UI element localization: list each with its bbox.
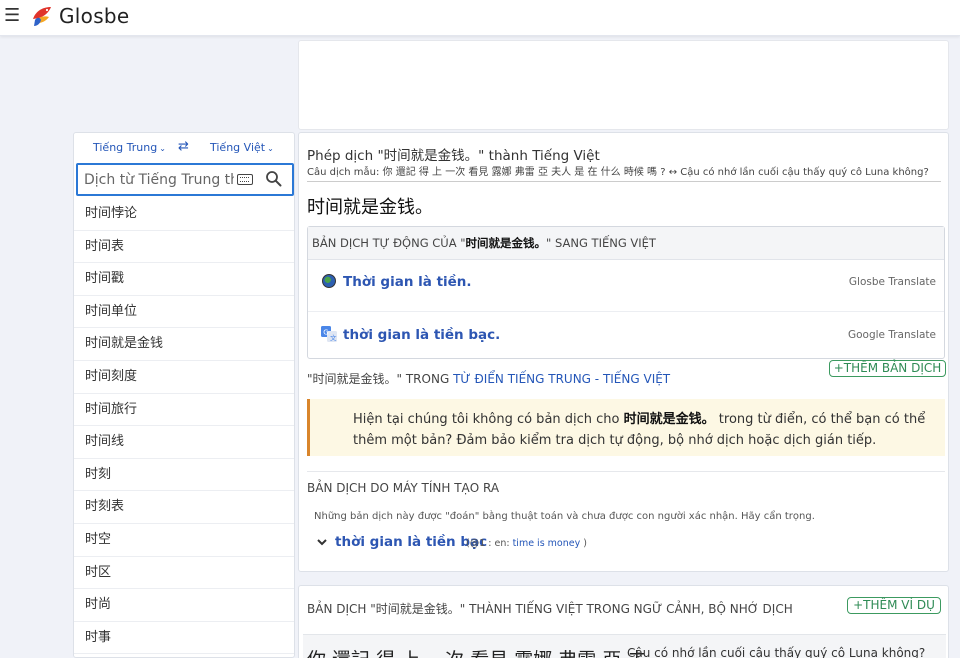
search-icon[interactable]: [265, 170, 283, 188]
keyboard-icon[interactable]: [237, 174, 253, 185]
chevron-down-icon[interactable]: [317, 537, 327, 547]
swap-arrows-icon[interactable]: ⇄: [178, 139, 189, 154]
language-selector: Tiếng Trung ⌄ ⇄ Tiếng Việt ⌄: [74, 133, 294, 161]
context-translations-card: BẢN DỊCH "时间就是金钱。" THÀNH TIẾNG VIỆT TRON…: [298, 585, 949, 658]
no-translation-notice: Hiện tại chúng tôi không có bản dịch cho…: [307, 399, 945, 456]
divider: [307, 181, 941, 182]
machine-translations-description: Những bản dịch này được "đoán" bằng thuậ…: [314, 511, 815, 522]
context-example-row: 你 還記 得 上 一次 看見 露娜 弗雷 亞 夫 Cậu có nhớ lần …: [303, 634, 946, 658]
automatic-translations-heading: BẢN DỊCH TỰ ĐỘNG CỦA "时间就是金钱。" SANG TIẾN…: [308, 227, 944, 260]
translation-engine: Glosbe Translate: [848, 276, 936, 288]
search-box: [76, 163, 294, 196]
auto-translation-row: G 文 thời gian là tiền bạc. Google Transl…: [308, 313, 944, 365]
auto-translation-row: Thời gian là tiền. Glosbe Translate: [308, 260, 944, 312]
dictionary-heading: "时间就是金钱。" TRONG TỪ ĐIỂN TIẾNG TRUNG - TI…: [307, 372, 671, 386]
context-example-target: Cậu có nhớ lần cuối cậu thấy quý cô Luna…: [627, 646, 926, 658]
sidebar: Tiếng Trung⌄ ⇄ Tiếng Việt⌄ 时间悖论 时间表 时间戳 …: [73, 132, 295, 658]
list-item[interactable]: 时事: [74, 622, 294, 655]
machine-translations-heading: BẢN DỊCH DO MÁY TÍNH TẠO RA: [307, 481, 500, 495]
chevron-down-icon: ⌄: [159, 144, 166, 153]
list-item[interactable]: 时间线: [74, 426, 294, 459]
svg-text:文: 文: [330, 333, 337, 342]
translation-card: Phép dịch "时间就是金钱。" thành Tiếng Việt Câu…: [298, 132, 949, 572]
list-item[interactable]: 时间表: [74, 231, 294, 264]
list-item[interactable]: 时刻表: [74, 491, 294, 524]
logo-text[interactable]: Glosbe: [59, 4, 130, 28]
context-example-source: 你 還記 得 上 一次 看見 露娜 弗雷 亞 夫: [307, 645, 646, 658]
globe-icon: [322, 274, 336, 288]
machine-translation-source: (@1 : en: time is money ): [466, 538, 587, 549]
add-translation-button[interactable]: +THÊM BẢN DỊCH: [829, 360, 946, 377]
list-item[interactable]: 时间悖论: [74, 198, 294, 231]
list-item[interactable]: 时间就是金钱: [74, 328, 294, 361]
add-example-button[interactable]: +THÊM VÍ DỤ: [847, 597, 941, 614]
chevron-down-icon: ⌄: [267, 144, 274, 153]
translation-engine: Google Translate: [847, 329, 936, 341]
auto-translation-term[interactable]: thời gian là tiền bạc.: [343, 327, 500, 343]
hamburger-icon[interactable]: ☰: [4, 7, 20, 25]
google-translate-icon: G 文: [321, 326, 337, 342]
list-item[interactable]: 时区: [74, 557, 294, 590]
top-bar: ☰ Glosbe: [0, 0, 960, 36]
list-item[interactable]: 时间旅行: [74, 394, 294, 427]
divider: [307, 471, 945, 472]
ad-placeholder: [298, 40, 949, 130]
automatic-translations: BẢN DỊCH TỰ ĐỘNG CỦA "时间就是金钱。" SANG TIẾN…: [307, 226, 945, 359]
list-item[interactable]: 时尚: [74, 589, 294, 622]
source-phrase-link[interactable]: time is money: [513, 538, 581, 549]
dictionary-link[interactable]: TỪ ĐIỂN TIẾNG TRUNG - TIẾNG VIỆT: [453, 372, 670, 386]
list-item[interactable]: 时空: [74, 524, 294, 557]
list-item[interactable]: 时间戳: [74, 263, 294, 296]
list-item[interactable]: 时刻: [74, 459, 294, 492]
auto-translation-term[interactable]: Thời gian là tiền.: [343, 274, 472, 290]
list-item[interactable]: 时间刻度: [74, 361, 294, 394]
machine-translation-term[interactable]: thời gian là tiền bạc: [335, 534, 487, 550]
page-title: Phép dịch "时间就是金钱。" thành Tiếng Việt: [307, 148, 600, 164]
list-item[interactable]: 时间单位: [74, 296, 294, 329]
search-input[interactable]: [84, 171, 234, 189]
context-heading: BẢN DỊCH "时间就是金钱。" THÀNH TIẾNG VIỆT TRON…: [307, 602, 793, 616]
headword: 时间就是金钱。: [307, 197, 433, 218]
related-words-list: 时间悖论 时间表 时间戳 时间单位 时间就是金钱 时间刻度 时间旅行 时间线 时…: [74, 198, 294, 655]
svg-text:G: G: [323, 329, 328, 337]
glosbe-bird-icon[interactable]: [30, 4, 54, 28]
target-language-dropdown[interactable]: Tiếng Việt ⌄: [210, 141, 274, 154]
source-language-dropdown[interactable]: Tiếng Trung ⌄: [93, 141, 166, 154]
example-sentence: Câu dịch mẫu: 你 還記 得 上 一次 看見 露娜 弗雷 亞 夫人 …: [307, 167, 929, 178]
